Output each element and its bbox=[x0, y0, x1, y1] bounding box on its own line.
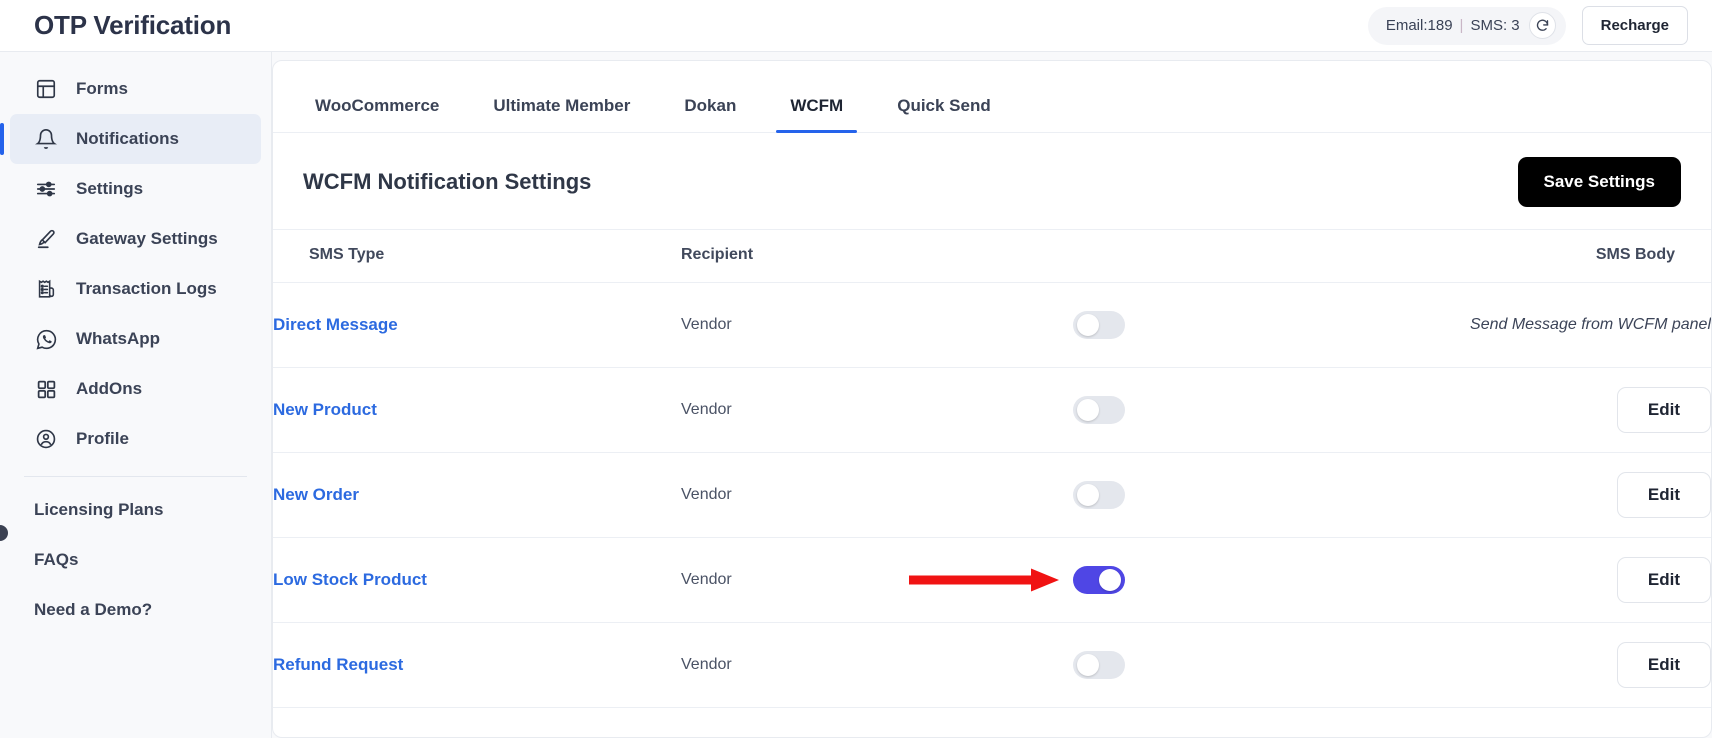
table-row: New Product Vendor Edit bbox=[273, 367, 1711, 453]
toggle-container bbox=[981, 396, 1411, 424]
page-title: OTP Verification bbox=[34, 10, 232, 40]
sidebar-item-label: Transaction Logs bbox=[76, 279, 217, 298]
enable-toggle[interactable] bbox=[1073, 651, 1125, 679]
grid-icon bbox=[34, 377, 58, 401]
table-header: SMS Type Recipient SMS Body bbox=[273, 229, 1711, 283]
sidebar-item-licensing-plans[interactable]: Licensing Plans bbox=[0, 485, 271, 535]
edit-button[interactable]: Edit bbox=[1616, 557, 1711, 603]
tab-bar: WooCommerce Ultimate Member Dokan WCFM Q… bbox=[273, 61, 1711, 133]
forms-icon bbox=[34, 77, 58, 101]
table-row: Refund Request Vendor Edit bbox=[273, 622, 1711, 708]
sidebar-item-label: Settings bbox=[76, 179, 144, 198]
tab-wcfm[interactable]: WCFM bbox=[776, 96, 858, 133]
edit-button[interactable]: Edit bbox=[1616, 387, 1711, 433]
table-body: Direct Message Vendor Send Message from … bbox=[273, 282, 1711, 708]
column-header-sms-body: SMS Body bbox=[1411, 229, 1711, 283]
enable-toggle[interactable] bbox=[1073, 481, 1125, 509]
tab-dokan[interactable]: Dokan bbox=[670, 96, 750, 132]
sliders-icon bbox=[34, 177, 58, 201]
sidebar-item-label: WhatsApp bbox=[76, 329, 161, 348]
sidebar-item-label: AddOns bbox=[76, 379, 143, 398]
column-header-sms-type: SMS Type bbox=[273, 229, 681, 283]
panel-header: WCFM Notification Settings Save Settings bbox=[273, 133, 1711, 229]
toggle-container bbox=[909, 566, 1411, 594]
table-row: Direct Message Vendor Send Message from … bbox=[273, 282, 1711, 368]
enable-toggle[interactable] bbox=[1073, 396, 1125, 424]
credits-text: Email:189 | SMS: 3 bbox=[1386, 17, 1520, 34]
recipient-value: Vendor bbox=[681, 622, 981, 708]
tab-woocommerce[interactable]: WooCommerce bbox=[301, 96, 453, 132]
credits-separator: | bbox=[1459, 17, 1464, 34]
toggle-container bbox=[981, 311, 1411, 339]
enable-toggle[interactable] bbox=[1073, 566, 1125, 594]
sms-body-text: Send Message from WCFM panel bbox=[1470, 316, 1711, 333]
sidebar-item-label: Notifications bbox=[76, 129, 179, 148]
enable-toggle[interactable] bbox=[1073, 311, 1125, 339]
edit-button[interactable]: Edit bbox=[1616, 472, 1711, 518]
user-circle-icon bbox=[34, 427, 58, 451]
sidebar-item-profile[interactable]: Profile bbox=[10, 414, 261, 464]
top-bar: OTP Verification Email:189 | SMS: 3 Rech… bbox=[0, 0, 1712, 52]
brush-icon bbox=[34, 227, 58, 251]
app-layout: Forms Notifications Settings Gateway Set… bbox=[0, 52, 1712, 738]
notification-settings-table: SMS Type Recipient SMS Body Direct Messa… bbox=[273, 229, 1711, 708]
save-settings-button[interactable]: Save Settings bbox=[1517, 157, 1681, 207]
sidebar-item-label: Gateway Settings bbox=[76, 229, 218, 248]
sidebar-item-label: Forms bbox=[76, 79, 128, 98]
sms-type-link[interactable]: Direct Message bbox=[273, 282, 681, 368]
main-content: WooCommerce Ultimate Member Dokan WCFM Q… bbox=[272, 52, 1712, 738]
sidebar-divider bbox=[24, 476, 247, 477]
table-header-row: SMS Type Recipient SMS Body bbox=[273, 229, 1711, 283]
sidebar-item-forms[interactable]: Forms bbox=[10, 64, 261, 114]
recharge-button[interactable]: Recharge bbox=[1581, 6, 1688, 45]
panel-title: WCFM Notification Settings bbox=[303, 169, 592, 194]
settings-panel: WooCommerce Ultimate Member Dokan WCFM Q… bbox=[272, 60, 1712, 738]
sms-type-link[interactable]: Refund Request bbox=[273, 622, 681, 708]
toggle-knob bbox=[1077, 399, 1099, 421]
receipt-icon bbox=[34, 277, 58, 301]
bell-icon bbox=[34, 127, 58, 151]
toggle-container bbox=[981, 481, 1411, 509]
sidebar-item-transaction-logs[interactable]: Transaction Logs bbox=[10, 264, 261, 314]
credits-pill: Email:189 | SMS: 3 bbox=[1367, 6, 1566, 45]
table-row: New Order Vendor Edit bbox=[273, 452, 1711, 538]
whatsapp-icon bbox=[34, 327, 58, 351]
sidebar-item-addons[interactable]: AddOns bbox=[10, 364, 261, 414]
sidebar-item-settings[interactable]: Settings bbox=[10, 164, 261, 214]
sidebar-item-notifications[interactable]: Notifications bbox=[0, 114, 261, 164]
sms-credits-label: SMS: 3 bbox=[1470, 17, 1520, 34]
recipient-value: Vendor bbox=[681, 282, 981, 368]
table-row: Low Stock Product Vendor Edit bbox=[273, 537, 1711, 623]
sms-type-link[interactable]: Low Stock Product bbox=[273, 537, 681, 623]
sidebar-item-need-a-demo[interactable]: Need a Demo? bbox=[0, 585, 271, 635]
sidebar-item-gateway-settings[interactable]: Gateway Settings bbox=[10, 214, 261, 264]
sidebar: Forms Notifications Settings Gateway Set… bbox=[0, 52, 272, 738]
recipient-value: Vendor bbox=[681, 452, 981, 538]
tab-ultimate-member[interactable]: Ultimate Member bbox=[479, 96, 644, 132]
refresh-icon bbox=[1536, 19, 1548, 31]
column-header-recipient: Recipient bbox=[681, 229, 981, 283]
toggle-container bbox=[981, 651, 1411, 679]
tab-quick-send[interactable]: Quick Send bbox=[883, 96, 1005, 132]
sidebar-item-label: Profile bbox=[76, 429, 129, 448]
toggle-knob bbox=[1099, 569, 1121, 591]
edit-button[interactable]: Edit bbox=[1616, 642, 1711, 688]
sms-type-link[interactable]: New Product bbox=[273, 367, 681, 453]
sidebar-item-whatsapp[interactable]: WhatsApp bbox=[10, 314, 261, 364]
column-header-toggle bbox=[981, 229, 1411, 283]
toggle-knob bbox=[1077, 314, 1099, 336]
recipient-value: Vendor bbox=[681, 537, 981, 623]
toggle-knob bbox=[1077, 484, 1099, 506]
email-credits-label: Email:189 bbox=[1385, 17, 1453, 34]
recipient-value: Vendor bbox=[681, 367, 981, 453]
top-bar-actions: Email:189 | SMS: 3 Recharge bbox=[1367, 6, 1688, 45]
toggle-knob bbox=[1077, 654, 1099, 676]
refresh-credits-button[interactable] bbox=[1528, 12, 1556, 39]
sms-type-link[interactable]: New Order bbox=[273, 452, 681, 538]
sidebar-item-faqs[interactable]: FAQs bbox=[0, 535, 271, 585]
